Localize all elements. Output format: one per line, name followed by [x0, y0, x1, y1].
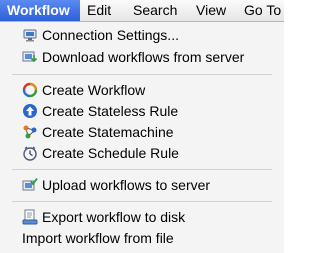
menu-go-to[interactable]: Go To: [237, 0, 297, 21]
menu-separator: [12, 169, 272, 170]
menu-item-label: Download workflows from server: [42, 49, 245, 65]
download-icon: [22, 51, 38, 63]
menu-view[interactable]: View: [189, 0, 237, 21]
menu-item-create-schedule-rule[interactable]: Create Schedule Rule: [0, 143, 284, 163]
clock-icon: [23, 146, 37, 161]
menu-item-label: Connection Settings...: [42, 27, 179, 43]
menu-item-create-stateless-rule[interactable]: Create Stateless Rule: [0, 101, 284, 121]
workflow-dropdown-menu: Connection Settings... Download workflow…: [0, 22, 284, 253]
menu-item-upload-workflows[interactable]: Upload workflows to server: [0, 175, 284, 195]
menu-item-label: Export workflow to disk: [42, 209, 186, 225]
statemachine-icon: [23, 125, 37, 139]
menu-item-connection-settings[interactable]: Connection Settings...: [0, 25, 284, 45]
menu-item-create-workflow[interactable]: Create Workflow: [0, 80, 284, 100]
menu-bar: Workflow Edit Search View Go To: [0, 0, 284, 22]
menu-item-download-workflows[interactable]: Download workflows from server: [0, 47, 284, 67]
menu-item-create-statemachine[interactable]: Create Statemachine: [0, 122, 284, 142]
menu-item-label: Create Workflow: [42, 82, 146, 98]
menu-item-label: Import workflow from file: [22, 230, 174, 246]
upload-icon: [22, 177, 38, 191]
menu-separator: [12, 201, 272, 202]
menu-item-import-workflow[interactable]: Import workflow from file: [0, 228, 284, 248]
menu-item-label: Create Schedule Rule: [42, 145, 179, 161]
create-workflow-icon: [22, 82, 38, 98]
menu-search[interactable]: Search: [126, 0, 189, 21]
stateless-rule-icon: [23, 104, 37, 118]
menu-item-export-workflow[interactable]: Export workflow to disk: [0, 207, 284, 227]
menu-separator: [12, 74, 272, 75]
menu-workflow[interactable]: Workflow: [0, 0, 80, 21]
menu-edit[interactable]: Edit: [80, 0, 126, 21]
export-icon: [22, 209, 38, 225]
menu-item-label: Create Statemachine: [42, 124, 174, 140]
connection-settings-icon: [23, 29, 37, 42]
menu-item-label: Upload workflows to server: [42, 177, 211, 193]
menu-item-label: Create Stateless Rule: [42, 103, 179, 119]
